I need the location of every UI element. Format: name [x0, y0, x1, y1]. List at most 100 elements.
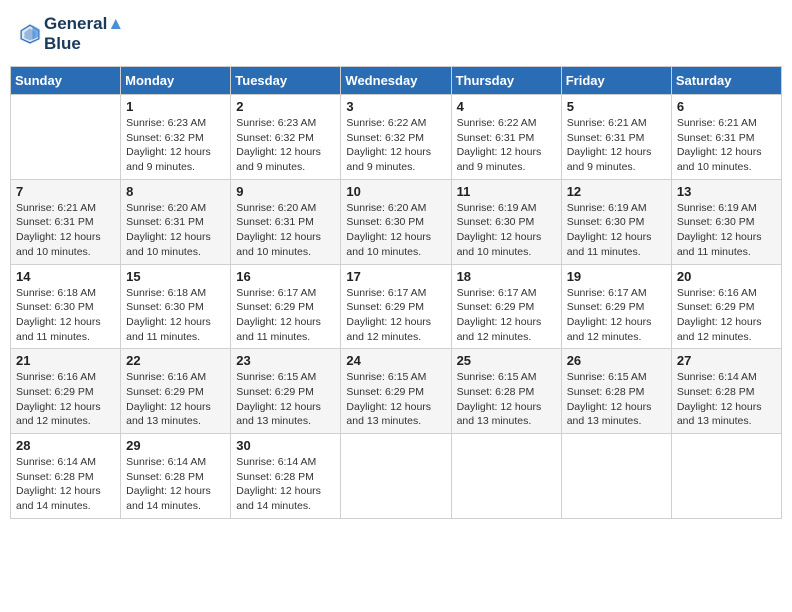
- day-number: 12: [567, 184, 666, 199]
- day-info: Sunrise: 6:23 AM Sunset: 6:32 PM Dayligh…: [236, 116, 335, 175]
- weekday-header-cell: Thursday: [451, 67, 561, 95]
- calendar-day-cell: 22 Sunrise: 6:16 AM Sunset: 6:29 PM Dayli…: [121, 349, 231, 434]
- day-info: Sunrise: 6:23 AM Sunset: 6:32 PM Dayligh…: [126, 116, 225, 175]
- calendar-day-cell: [341, 434, 451, 519]
- day-info: Sunrise: 6:16 AM Sunset: 6:29 PM Dayligh…: [677, 286, 776, 345]
- calendar-day-cell: 27 Sunrise: 6:14 AM Sunset: 6:28 PM Dayli…: [671, 349, 781, 434]
- calendar-day-cell: 30 Sunrise: 6:14 AM Sunset: 6:28 PM Dayli…: [231, 434, 341, 519]
- day-info: Sunrise: 6:18 AM Sunset: 6:30 PM Dayligh…: [126, 286, 225, 345]
- day-info: Sunrise: 6:14 AM Sunset: 6:28 PM Dayligh…: [16, 455, 115, 514]
- day-info: Sunrise: 6:16 AM Sunset: 6:29 PM Dayligh…: [126, 370, 225, 429]
- day-info: Sunrise: 6:20 AM Sunset: 6:31 PM Dayligh…: [236, 201, 335, 260]
- day-number: 5: [567, 99, 666, 114]
- calendar-day-cell: 18 Sunrise: 6:17 AM Sunset: 6:29 PM Dayli…: [451, 264, 561, 349]
- day-number: 18: [457, 269, 556, 284]
- day-number: 22: [126, 353, 225, 368]
- calendar-day-cell: 16 Sunrise: 6:17 AM Sunset: 6:29 PM Dayli…: [231, 264, 341, 349]
- day-number: 24: [346, 353, 445, 368]
- calendar-week-row: 28 Sunrise: 6:14 AM Sunset: 6:28 PM Dayli…: [11, 434, 782, 519]
- day-info: Sunrise: 6:14 AM Sunset: 6:28 PM Dayligh…: [236, 455, 335, 514]
- calendar-week-row: 21 Sunrise: 6:16 AM Sunset: 6:29 PM Dayli…: [11, 349, 782, 434]
- calendar-day-cell: 6 Sunrise: 6:21 AM Sunset: 6:31 PM Daylig…: [671, 95, 781, 180]
- calendar-day-cell: 9Sunrise: 6:20 AM Sunset: 6:31 PM Daylig…: [231, 179, 341, 264]
- logo: General▲ Blue: [18, 14, 124, 54]
- calendar-day-cell: [561, 434, 671, 519]
- calendar-day-cell: 2 Sunrise: 6:23 AM Sunset: 6:32 PM Daylig…: [231, 95, 341, 180]
- day-info: Sunrise: 6:17 AM Sunset: 6:29 PM Dayligh…: [346, 286, 445, 345]
- calendar-day-cell: 12 Sunrise: 6:19 AM Sunset: 6:30 PM Dayli…: [561, 179, 671, 264]
- day-number: 3: [346, 99, 445, 114]
- calendar-week-row: 7 Sunrise: 6:21 AM Sunset: 6:31 PM Daylig…: [11, 179, 782, 264]
- calendar-day-cell: 5Sunrise: 6:21 AM Sunset: 6:31 PM Daylig…: [561, 95, 671, 180]
- day-number: 21: [16, 353, 115, 368]
- weekday-header-cell: Friday: [561, 67, 671, 95]
- calendar-day-cell: 3 Sunrise: 6:22 AM Sunset: 6:32 PM Daylig…: [341, 95, 451, 180]
- calendar-day-cell: [671, 434, 781, 519]
- day-number: 19: [567, 269, 666, 284]
- day-number: 16: [236, 269, 335, 284]
- day-info: Sunrise: 6:17 AM Sunset: 6:29 PM Dayligh…: [236, 286, 335, 345]
- calendar-day-cell: 19 Sunrise: 6:17 AM Sunset: 6:29 PM Dayli…: [561, 264, 671, 349]
- calendar-week-row: 1 Sunrise: 6:23 AM Sunset: 6:32 PM Daylig…: [11, 95, 782, 180]
- logo-icon: [18, 22, 42, 46]
- day-number: 17: [346, 269, 445, 284]
- day-number: 11: [457, 184, 556, 199]
- calendar-week-row: 14 Sunrise: 6:18 AM Sunset: 6:30 PM Dayli…: [11, 264, 782, 349]
- day-info: Sunrise: 6:17 AM Sunset: 6:29 PM Dayligh…: [457, 286, 556, 345]
- day-info: Sunrise: 6:20 AM Sunset: 6:30 PM Dayligh…: [346, 201, 445, 260]
- day-number: 14: [16, 269, 115, 284]
- calendar-day-cell: [11, 95, 121, 180]
- calendar-day-cell: [451, 434, 561, 519]
- calendar-day-cell: 20Sunrise: 6:16 AM Sunset: 6:29 PM Dayli…: [671, 264, 781, 349]
- day-number: 7: [16, 184, 115, 199]
- day-info: Sunrise: 6:14 AM Sunset: 6:28 PM Dayligh…: [677, 370, 776, 429]
- calendar-day-cell: 10 Sunrise: 6:20 AM Sunset: 6:30 PM Dayli…: [341, 179, 451, 264]
- day-number: 15: [126, 269, 225, 284]
- day-info: Sunrise: 6:15 AM Sunset: 6:29 PM Dayligh…: [346, 370, 445, 429]
- day-number: 2: [236, 99, 335, 114]
- calendar-day-cell: 17 Sunrise: 6:17 AM Sunset: 6:29 PM Dayli…: [341, 264, 451, 349]
- calendar-day-cell: 26Sunrise: 6:15 AM Sunset: 6:28 PM Dayli…: [561, 349, 671, 434]
- day-info: Sunrise: 6:21 AM Sunset: 6:31 PM Dayligh…: [16, 201, 115, 260]
- weekday-header-cell: Sunday: [11, 67, 121, 95]
- day-info: Sunrise: 6:20 AM Sunset: 6:31 PM Dayligh…: [126, 201, 225, 260]
- day-info: Sunrise: 6:18 AM Sunset: 6:30 PM Dayligh…: [16, 286, 115, 345]
- calendar-day-cell: 29 Sunrise: 6:14 AM Sunset: 6:28 PM Dayli…: [121, 434, 231, 519]
- day-number: 28: [16, 438, 115, 453]
- weekday-header-row: SundayMondayTuesdayWednesdayThursdayFrid…: [11, 67, 782, 95]
- day-info: Sunrise: 6:19 AM Sunset: 6:30 PM Dayligh…: [457, 201, 556, 260]
- weekday-header-cell: Monday: [121, 67, 231, 95]
- weekday-header-cell: Saturday: [671, 67, 781, 95]
- day-number: 6: [677, 99, 776, 114]
- day-info: Sunrise: 6:19 AM Sunset: 6:30 PM Dayligh…: [567, 201, 666, 260]
- calendar-day-cell: 24 Sunrise: 6:15 AM Sunset: 6:29 PM Dayli…: [341, 349, 451, 434]
- day-info: Sunrise: 6:22 AM Sunset: 6:32 PM Dayligh…: [346, 116, 445, 175]
- day-info: Sunrise: 6:15 AM Sunset: 6:29 PM Dayligh…: [236, 370, 335, 429]
- page-header: General▲ Blue: [10, 10, 782, 58]
- day-number: 30: [236, 438, 335, 453]
- calendar-day-cell: 25Sunrise: 6:15 AM Sunset: 6:28 PM Dayli…: [451, 349, 561, 434]
- weekday-header-cell: Wednesday: [341, 67, 451, 95]
- day-number: 27: [677, 353, 776, 368]
- calendar-day-cell: 28 Sunrise: 6:14 AM Sunset: 6:28 PM Dayli…: [11, 434, 121, 519]
- calendar-table: SundayMondayTuesdayWednesdayThursdayFrid…: [10, 66, 782, 519]
- day-info: Sunrise: 6:17 AM Sunset: 6:29 PM Dayligh…: [567, 286, 666, 345]
- day-number: 10: [346, 184, 445, 199]
- day-number: 25: [457, 353, 556, 368]
- day-info: Sunrise: 6:21 AM Sunset: 6:31 PM Dayligh…: [677, 116, 776, 175]
- day-info: Sunrise: 6:14 AM Sunset: 6:28 PM Dayligh…: [126, 455, 225, 514]
- calendar-day-cell: 14 Sunrise: 6:18 AM Sunset: 6:30 PM Dayli…: [11, 264, 121, 349]
- calendar-day-cell: 1 Sunrise: 6:23 AM Sunset: 6:32 PM Daylig…: [121, 95, 231, 180]
- calendar-day-cell: 23 Sunrise: 6:15 AM Sunset: 6:29 PM Dayli…: [231, 349, 341, 434]
- weekday-header-cell: Tuesday: [231, 67, 341, 95]
- day-number: 4: [457, 99, 556, 114]
- day-info: Sunrise: 6:16 AM Sunset: 6:29 PM Dayligh…: [16, 370, 115, 429]
- day-number: 26: [567, 353, 666, 368]
- day-number: 1: [126, 99, 225, 114]
- calendar-day-cell: 11 Sunrise: 6:19 AM Sunset: 6:30 PM Dayli…: [451, 179, 561, 264]
- day-info: Sunrise: 6:22 AM Sunset: 6:31 PM Dayligh…: [457, 116, 556, 175]
- day-number: 13: [677, 184, 776, 199]
- calendar-day-cell: 7 Sunrise: 6:21 AM Sunset: 6:31 PM Daylig…: [11, 179, 121, 264]
- day-number: 23: [236, 353, 335, 368]
- day-number: 29: [126, 438, 225, 453]
